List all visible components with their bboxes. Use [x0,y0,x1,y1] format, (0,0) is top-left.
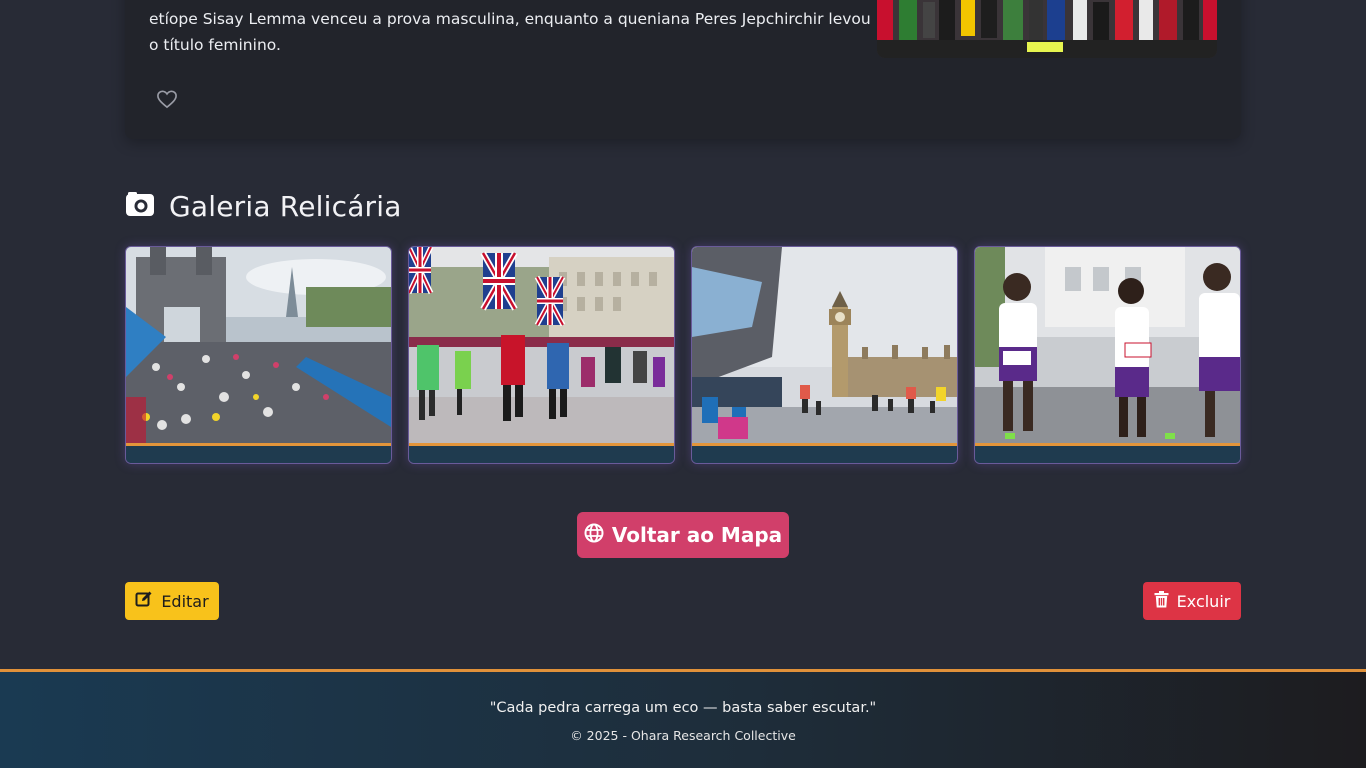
delete-label: Excluir [1176,591,1231,611]
gallery-photo [975,247,1240,443]
footer: "Cada pedra carrega um eco — basta saber… [0,669,1366,768]
gallery-photo-card[interactable] [125,246,392,464]
page: etíope Sisay Lemma venceu a prova mascul… [0,0,1366,768]
gallery-photo [409,247,674,443]
gallery-photo [126,247,391,443]
gallery-photo-card[interactable] [974,246,1241,464]
gallery-heading: Galeria Relicária [169,189,402,223]
gallery-photo [692,247,957,443]
article-card: etíope Sisay Lemma venceu a prova mascul… [125,0,1241,139]
gallery [125,246,1241,464]
article-text-line: etíope Sisay Lemma venceu a prova mascul… [149,10,871,28]
back-to-map-label: Voltar ao Mapa [611,523,783,547]
article-text: etíope Sisay Lemma venceu a prova mascul… [149,6,871,58]
article-text-line: o título feminino. [149,36,281,54]
camera-icon [125,191,155,221]
photo-caption-bar [126,446,391,463]
gallery-photo-card[interactable] [408,246,675,464]
back-to-map-button[interactable]: Voltar ao Mapa [577,512,789,558]
like-heart-icon[interactable] [155,87,179,111]
edit-button[interactable]: Editar [125,582,219,620]
photo-caption-bar [975,446,1240,463]
edit-icon [135,590,153,612]
gallery-title: Galeria Relicária [125,186,402,226]
delete-button[interactable]: Excluir [1143,582,1241,620]
footer-copyright: © 2025 - Ohara Research Collective [570,728,796,743]
edit-label: Editar [161,591,209,611]
photo-caption-bar [409,446,674,463]
photo-caption-bar [692,446,957,463]
globe-icon [584,523,604,548]
footer-quote: "Cada pedra carrega um eco — basta saber… [489,700,877,716]
gallery-photo-card[interactable] [691,246,958,464]
article-photo [877,0,1217,58]
trash-icon [1154,590,1169,612]
